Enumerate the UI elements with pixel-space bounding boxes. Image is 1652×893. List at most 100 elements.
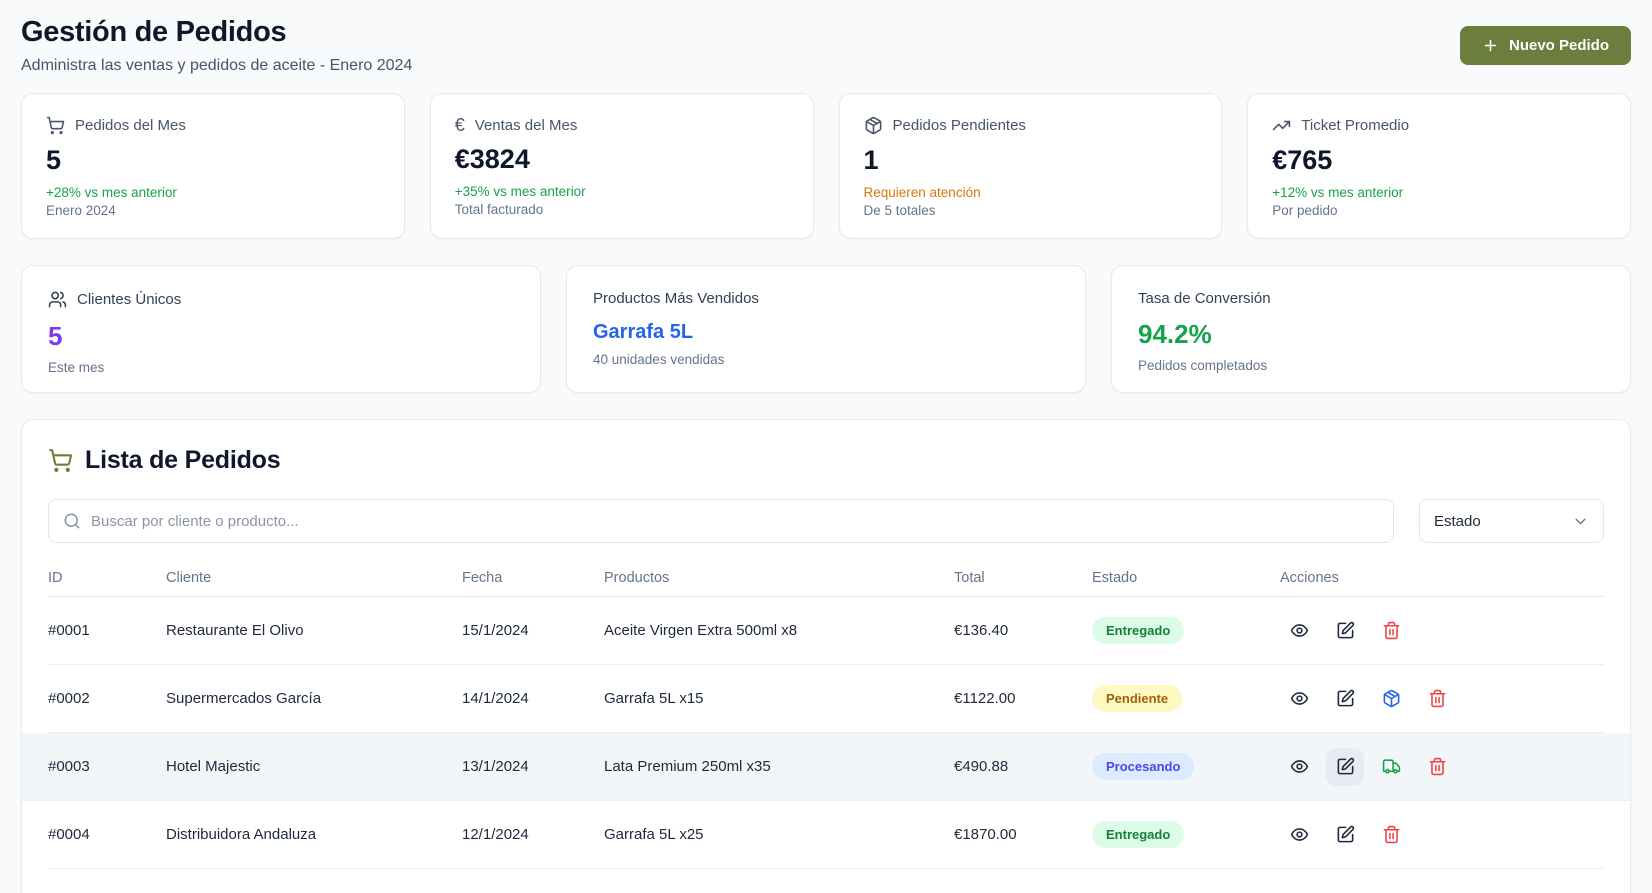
order-productos: Garrafa 5L x25 (604, 826, 954, 843)
highlights-row: Clientes Únicos 5 Este mes Productos Más… (21, 265, 1631, 393)
view-order-button[interactable] (1280, 612, 1318, 650)
stat-label: Ventas del Mes (475, 117, 578, 134)
plus-icon (1482, 37, 1499, 54)
stat-label: Ticket Promedio (1301, 117, 1409, 134)
estado-filter-select[interactable]: Estado (1419, 499, 1604, 543)
stat-caption: De 5 totales (864, 203, 1198, 218)
eye-icon (1290, 621, 1309, 640)
orders-panel: Lista de Pedidos Estado ID Cliente Fecha… (21, 419, 1631, 893)
stat-delta: +35% vs mes anterior (455, 184, 789, 199)
stat-value: 1 (864, 145, 1198, 176)
delete-order-button[interactable] (1372, 816, 1410, 854)
edit-order-button[interactable] (1326, 748, 1364, 786)
package-icon (1382, 689, 1401, 708)
stat-delta: +12% vs mes anterior (1272, 185, 1606, 200)
package-icon (864, 116, 883, 135)
search-icon (63, 512, 81, 530)
order-cliente: Supermercados García (166, 690, 462, 707)
trash-icon (1428, 689, 1447, 708)
status-badge: Entregado (1092, 617, 1184, 644)
highlight-caption: 40 unidades vendidas (593, 352, 1059, 367)
stats-row: Pedidos del Mes 5 +28% vs mes anterior E… (21, 93, 1631, 239)
trending-up-icon (1272, 116, 1291, 135)
order-total: €136.40 (954, 622, 1092, 639)
stat-label: Pedidos del Mes (75, 117, 186, 134)
highlight-value: Garrafa 5L (593, 321, 1059, 344)
eye-icon (1290, 757, 1309, 776)
order-cliente: Distribuidora Andaluza (166, 826, 462, 843)
delete-order-button[interactable] (1418, 748, 1456, 786)
stat-label: Pedidos Pendientes (893, 117, 1026, 134)
highlight-value: 5 (48, 321, 514, 352)
edit-order-button[interactable] (1326, 612, 1364, 650)
order-fecha: 13/1/2024 (462, 758, 604, 775)
order-total: €490.88 (954, 758, 1092, 775)
edit-icon (1336, 621, 1355, 640)
stat-delta: Requieren atención (864, 185, 1198, 200)
highlight-card-productos-mas-vendidos: Productos Más Vendidos Garrafa 5L 40 uni… (566, 265, 1086, 393)
order-id: #0002 (48, 690, 166, 707)
eye-icon (1290, 689, 1309, 708)
edit-order-button[interactable] (1326, 816, 1364, 854)
euro-icon: € (455, 116, 465, 134)
mark-delivered-button[interactable] (1372, 748, 1410, 786)
stat-value: €3824 (455, 144, 789, 175)
trash-icon (1428, 757, 1447, 776)
estado-filter-label: Estado (1434, 513, 1481, 530)
page-header: Gestión de Pedidos Administra las ventas… (21, 16, 1631, 75)
highlight-card-tasa-conversion: Tasa de Conversión 94.2% Pedidos complet… (1111, 265, 1631, 393)
stat-card-ticket-promedio: Ticket Promedio €765 +12% vs mes anterio… (1247, 93, 1631, 239)
stat-caption: Total facturado (455, 202, 789, 217)
order-productos: Garrafa 5L x15 (604, 690, 954, 707)
status-badge: Pendiente (1092, 685, 1182, 712)
stat-caption: Enero 2024 (46, 203, 380, 218)
cart-icon (48, 448, 73, 473)
stat-delta: +28% vs mes anterior (46, 185, 380, 200)
order-id: #0004 (48, 826, 166, 843)
trash-icon (1382, 825, 1401, 844)
stat-caption: Por pedido (1272, 203, 1606, 218)
delete-order-button[interactable] (1418, 680, 1456, 718)
cart-icon (46, 116, 65, 135)
mark-processing-button[interactable] (1372, 680, 1410, 718)
order-total: €1122.00 (954, 690, 1092, 707)
view-order-button[interactable] (1280, 748, 1318, 786)
view-order-button[interactable] (1280, 816, 1318, 854)
search-box (48, 499, 1394, 543)
page-subtitle: Administra las ventas y pedidos de aceit… (21, 57, 412, 75)
orders-title: Lista de Pedidos (85, 446, 280, 475)
column-header-total: Total (954, 570, 1092, 586)
eye-icon (1290, 825, 1309, 844)
column-header-fecha: Fecha (462, 570, 604, 586)
trash-icon (1382, 621, 1401, 640)
view-order-button[interactable] (1280, 680, 1318, 718)
highlight-card-clientes-unicos: Clientes Únicos 5 Este mes (21, 265, 541, 393)
edit-order-button[interactable] (1326, 680, 1364, 718)
new-order-button[interactable]: Nuevo Pedido (1460, 26, 1631, 65)
highlight-value: 94.2% (1138, 319, 1604, 350)
users-icon (48, 290, 67, 309)
stat-card-ventas-mes: € Ventas del Mes €3824 +35% vs mes anter… (430, 93, 814, 239)
order-fecha: 15/1/2024 (462, 622, 604, 639)
stat-value: €765 (1272, 145, 1606, 176)
new-order-button-label: Nuevo Pedido (1509, 37, 1609, 54)
delete-order-button[interactable] (1372, 612, 1410, 650)
chevron-down-icon (1572, 513, 1589, 530)
column-header-productos: Productos (604, 570, 954, 586)
highlight-label: Clientes Únicos (77, 291, 181, 308)
column-header-acciones: Acciones (1280, 570, 1604, 586)
table-row: #0001 Restaurante El Olivo 15/1/2024 Ace… (48, 597, 1604, 665)
column-header-estado: Estado (1092, 570, 1280, 586)
page-title: Gestión de Pedidos (21, 16, 412, 49)
order-cliente: Hotel Majestic (166, 758, 462, 775)
edit-icon (1336, 689, 1355, 708)
search-input[interactable] (91, 513, 1379, 530)
edit-icon (1336, 825, 1355, 844)
order-cliente: Restaurante El Olivo (166, 622, 462, 639)
truck-icon (1382, 757, 1401, 776)
stat-card-pedidos-mes: Pedidos del Mes 5 +28% vs mes anterior E… (21, 93, 405, 239)
table-row: #0004 Distribuidora Andaluza 12/1/2024 G… (48, 801, 1604, 869)
order-fecha: 14/1/2024 (462, 690, 604, 707)
order-fecha: 12/1/2024 (462, 826, 604, 843)
order-total: €1870.00 (954, 826, 1092, 843)
